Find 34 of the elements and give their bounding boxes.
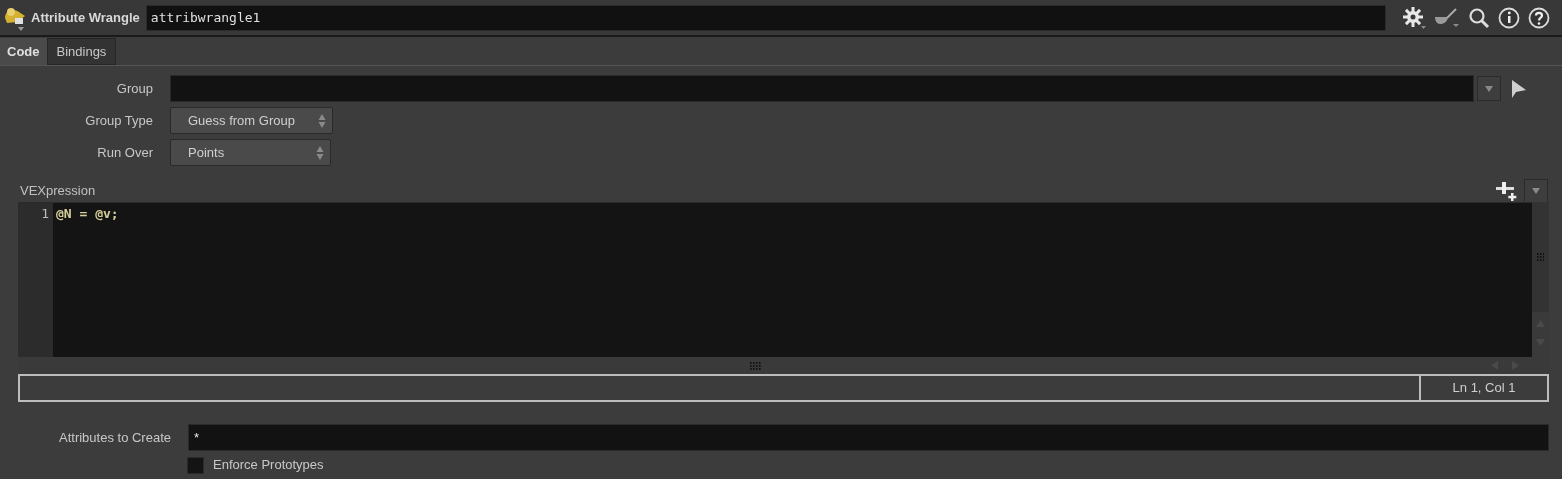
cursor-position: Ln 1, Col 1	[1419, 376, 1547, 400]
cursor-arrow-icon[interactable]	[1511, 78, 1527, 99]
dropdown-menu[interactable]: Points	[170, 139, 331, 166]
checkbox-label: Enforce Prototypes	[213, 456, 324, 475]
caret-icon	[1532, 188, 1540, 194]
grip-icon	[1537, 252, 1544, 262]
param-label: Attributes to Create	[58, 428, 172, 447]
dropdown-button[interactable]	[1477, 76, 1501, 101]
stepper-arrows-icon	[316, 144, 324, 161]
checkbox[interactable]	[187, 456, 204, 474]
search-icon[interactable]	[1467, 6, 1490, 29]
code-line: @N = @v;	[56, 205, 119, 223]
code-editor[interactable]: 1 @N = @v;	[18, 202, 1532, 357]
node-type-label: Attribute Wrangle	[31, 8, 140, 27]
dropdown-button[interactable]	[1524, 179, 1548, 203]
caret-icon	[1485, 85, 1493, 92]
grip-icon	[750, 361, 761, 370]
node-name-field[interactable]: attribwrangle1	[145, 4, 1386, 31]
param-label: Group	[115, 79, 154, 98]
param-label: Run Over	[96, 143, 154, 162]
help-icon[interactable]	[1527, 6, 1550, 29]
section-label: VEXpression	[20, 182, 96, 201]
info-icon[interactable]	[1497, 6, 1520, 29]
group-field[interactable]	[170, 75, 1474, 102]
wok-icon[interactable]	[1433, 6, 1460, 29]
gear-icon[interactable]	[1401, 5, 1426, 30]
line-number: 1	[41, 205, 49, 223]
tab[interactable]: Bindings	[46, 38, 117, 65]
stepper-arrows-icon	[318, 112, 326, 129]
param-label: Group Type	[84, 111, 154, 130]
tab[interactable]: Code	[0, 38, 47, 65]
attributes-field[interactable]: *	[188, 424, 1549, 451]
dropdown-menu[interactable]: Guess from Group	[170, 107, 333, 134]
add-parameter-icon[interactable]	[1496, 181, 1518, 201]
